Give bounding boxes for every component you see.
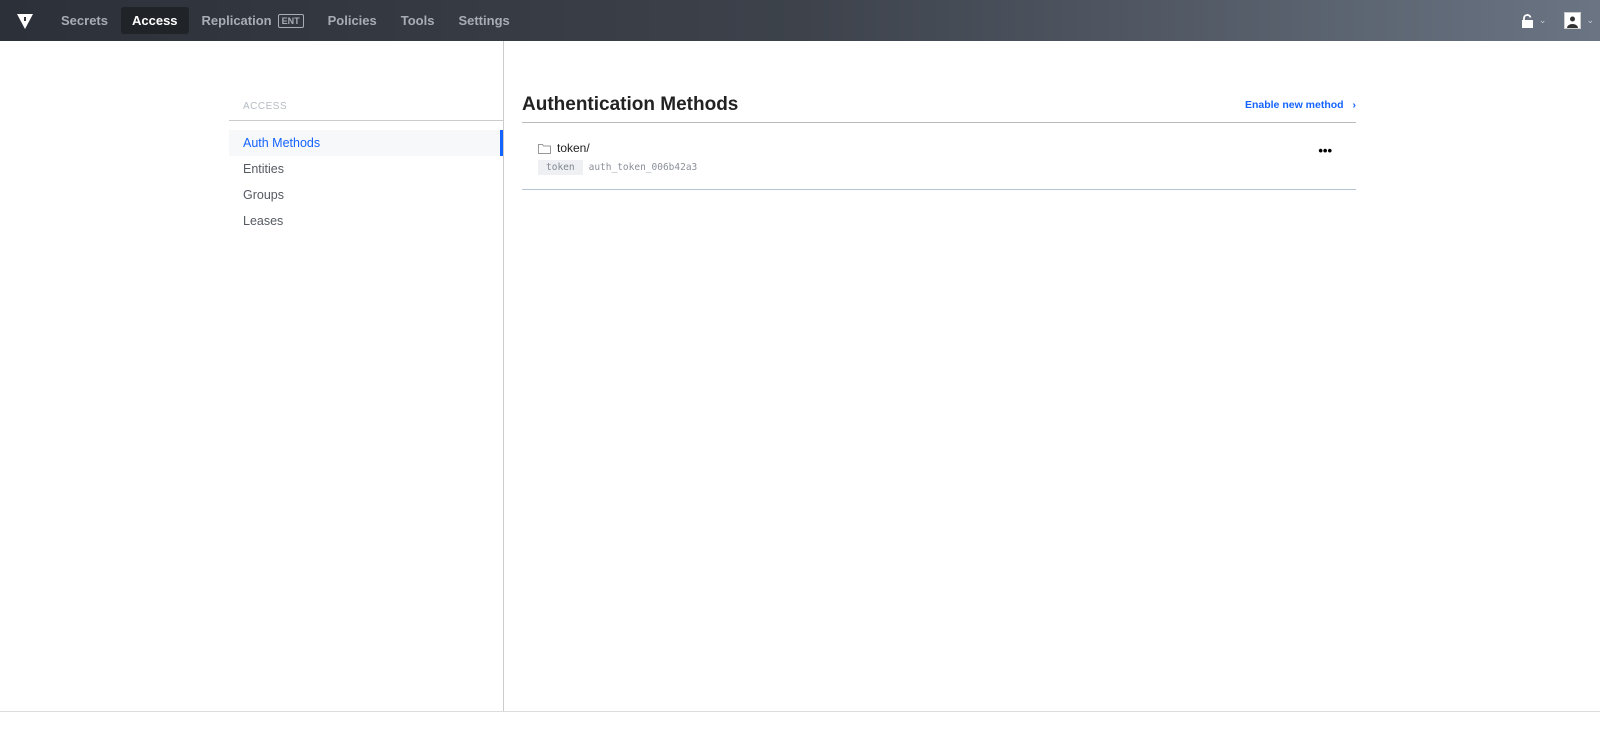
- sidebar: ACCESS Auth Methods Entities Groups Leas…: [229, 41, 504, 711]
- sidebar-item-entities[interactable]: Entities: [229, 156, 503, 182]
- top-nav: Secrets Access Replication ENT Policies T…: [0, 0, 1600, 41]
- method-accessor: auth_token_006b42a3: [588, 162, 698, 173]
- nav-policies[interactable]: Policies: [317, 7, 388, 34]
- enable-new-method-link[interactable]: Enable new method ›: [1245, 99, 1356, 111]
- more-options-icon[interactable]: •••: [1318, 143, 1332, 158]
- unlock-icon: [1521, 13, 1533, 28]
- auth-method-row[interactable]: token/ token auth_token_006b42a3 •••: [522, 123, 1356, 190]
- chevron-down-icon: ⌄: [1586, 15, 1594, 25]
- main-content: Authentication Methods Enable new method…: [522, 41, 1356, 190]
- sidebar-item-auth-methods[interactable]: Auth Methods: [229, 130, 503, 156]
- user-icon: [1564, 12, 1582, 29]
- nav-replication-label: Replication: [201, 13, 272, 28]
- chevron-right-icon: ›: [1352, 99, 1357, 111]
- nav-replication[interactable]: Replication ENT: [191, 7, 315, 34]
- folder-icon: [538, 143, 551, 154]
- nav-access[interactable]: Access: [120, 7, 189, 34]
- sidebar-item-groups[interactable]: Groups: [229, 182, 503, 208]
- method-path[interactable]: token/: [557, 141, 590, 155]
- method-type-tag: token: [538, 160, 583, 175]
- vault-logo-icon[interactable]: [14, 10, 36, 32]
- sidebar-item-leases[interactable]: Leases: [229, 208, 503, 234]
- nav-secrets[interactable]: Secrets: [50, 7, 119, 34]
- sidebar-heading: ACCESS: [229, 101, 503, 121]
- page-header: Authentication Methods Enable new method…: [522, 94, 1356, 123]
- footer-divider: [0, 711, 1600, 712]
- ent-badge: ENT: [277, 13, 304, 28]
- user-menu[interactable]: ⌄: [1564, 12, 1594, 29]
- chevron-down-icon: ⌄: [1538, 15, 1547, 25]
- nav-tools[interactable]: Tools: [390, 7, 446, 34]
- enable-label: Enable new method: [1244, 99, 1344, 111]
- page-title: Authentication Methods: [522, 94, 739, 115]
- status-menu[interactable]: ⌄: [1521, 13, 1547, 28]
- nav-settings[interactable]: Settings: [447, 7, 520, 34]
